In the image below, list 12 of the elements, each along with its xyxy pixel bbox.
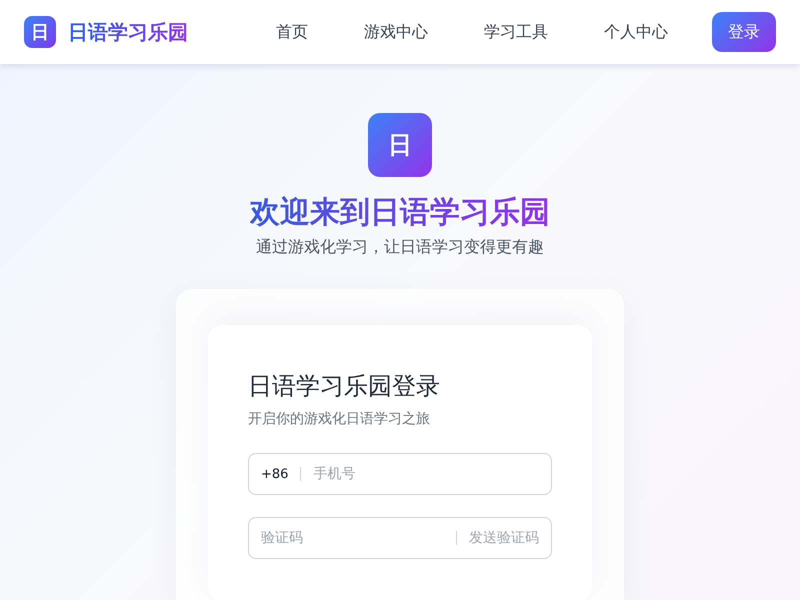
- login-button[interactable]: 登录: [712, 12, 776, 52]
- nav-link[interactable]: 个人中心: [604, 22, 668, 42]
- phone-field[interactable]: +86 手机号: [248, 453, 552, 495]
- logo-icon[interactable]: 日: [24, 16, 56, 48]
- logo-icon: 日: [368, 113, 432, 177]
- nav-link[interactable]: 游戏中心: [364, 22, 428, 42]
- nav-link[interactable]: 学习工具: [484, 22, 548, 42]
- nav-link[interactable]: 首页: [276, 22, 308, 42]
- welcome-subtitle: 通过游戏化学习，让日语学习变得更有趣: [256, 236, 544, 258]
- login-subtitle: 开启你的游戏化日语学习之旅: [248, 410, 431, 429]
- country-code[interactable]: +86: [261, 466, 288, 482]
- login-title: 日语学习乐园登录: [248, 371, 441, 402]
